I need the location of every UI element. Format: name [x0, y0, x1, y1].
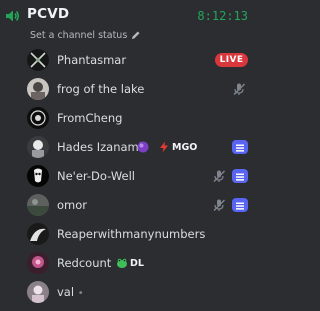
mute-icon [233, 83, 245, 95]
avatar [27, 78, 49, 100]
member-name: frog of the lake [57, 82, 145, 96]
channel-header: PCVD 8:12:13 Set a channel status [0, 0, 256, 44]
member-row[interactable]: Hades Izanami MGO [23, 133, 256, 161]
channel-name[interactable]: PCVD [27, 6, 69, 22]
guild-tag: DL [116, 256, 144, 270]
avatar [27, 49, 49, 71]
status-dot: • [77, 288, 84, 299]
member-name: val • [57, 285, 84, 299]
activity-icon[interactable] [232, 198, 248, 212]
member-row[interactable]: Phantasmar LIVE [23, 46, 256, 74]
member-row[interactable]: FromCheng [23, 104, 256, 132]
member-name: Reaperwithmanynumbers [57, 227, 206, 241]
frog-icon [117, 258, 127, 268]
member-name: FromCheng [57, 111, 123, 125]
member-name-text: val [57, 285, 75, 299]
member-name: Hades Izanami [57, 140, 142, 154]
call-timer: 8:12:13 [197, 9, 248, 23]
lightning-icon [160, 141, 168, 153]
set-status-button[interactable]: Set a channel status [30, 28, 141, 42]
avatar [27, 252, 49, 274]
pencil-icon [132, 31, 140, 39]
avatar [27, 194, 49, 216]
guild-tag: MGO [158, 140, 197, 154]
member-name: Redcount [57, 256, 112, 270]
member-row[interactable]: Reaperwithmanynumbers [23, 220, 256, 248]
member-row[interactable]: Redcount DL [23, 249, 256, 277]
member-row[interactable]: val • [23, 278, 256, 306]
activity-icon[interactable] [232, 140, 248, 154]
guild-tag-label: MGO [172, 141, 198, 153]
avatar [27, 281, 49, 303]
status-placeholder: Set a channel status [30, 29, 128, 41]
avatar [27, 165, 49, 187]
avatar [27, 107, 49, 129]
activity-icon[interactable] [232, 169, 248, 183]
member-row[interactable]: Ne'er-Do-Well [23, 162, 256, 190]
member-name: Ne'er-Do-Well [57, 169, 136, 183]
avatar [27, 136, 49, 158]
avatar [27, 223, 49, 245]
member-row[interactable]: frog of the lake [23, 75, 256, 103]
member-name: omor [57, 198, 88, 212]
live-badge: LIVE [215, 53, 248, 67]
orb-icon [137, 141, 149, 153]
member-row[interactable]: omor [23, 191, 256, 219]
mute-icon [213, 199, 225, 211]
member-name: Phantasmar [57, 53, 127, 67]
speaker-icon [6, 10, 19, 22]
mute-icon [213, 170, 225, 182]
guild-tag-label: DL [130, 257, 144, 269]
